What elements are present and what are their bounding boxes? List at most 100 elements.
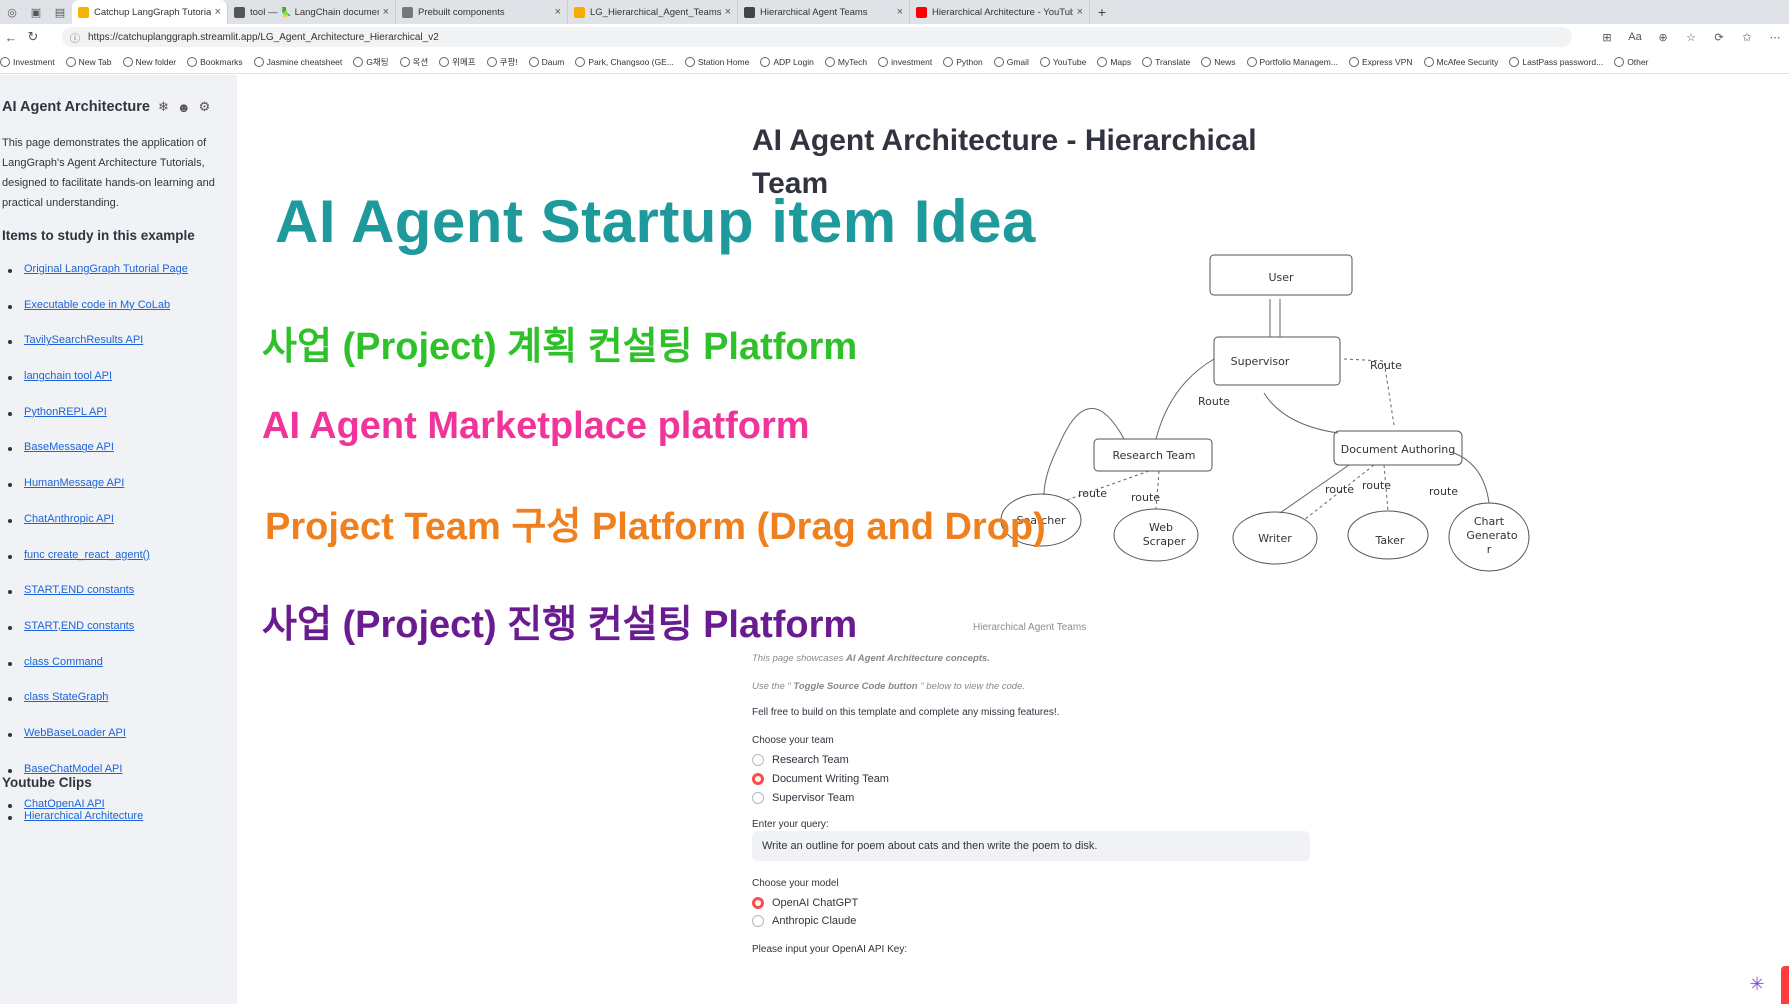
streamlit-manage-app-icon[interactable]: ✳ xyxy=(1745,974,1769,998)
zoom-icon[interactable]: ⊕ xyxy=(1649,26,1677,48)
site-info-icon[interactable]: ⓘ xyxy=(70,30,80,45)
sidebar-item-link[interactable]: WebBaseLoader API xyxy=(24,727,126,739)
tab-youtube-hierarchical[interactable]: Hierarchical Architecture - YouTub × xyxy=(910,0,1090,24)
bookmark-item[interactable]: G채팅 xyxy=(353,56,389,68)
sidebar-item: HumanMessage API xyxy=(8,477,188,513)
model-option-openai[interactable]: OpenAI ChatGPT xyxy=(752,897,858,909)
bookmark-item[interactable]: News xyxy=(1201,56,1236,67)
bullet-icon xyxy=(8,697,12,702)
radio-button[interactable] xyxy=(752,792,764,804)
bookmark-item[interactable]: New folder xyxy=(122,56,176,67)
bullet-icon xyxy=(8,376,12,381)
diagram-caption: Hierarchical Agent Teams xyxy=(973,622,1087,633)
reload-icon[interactable]: ↻ xyxy=(22,26,44,48)
tab-colab-notebook[interactable]: LG_Hierarchical_Agent_Teams_Ol × xyxy=(568,0,738,24)
bookmark-icon xyxy=(0,56,10,67)
sidebar-item-link[interactable]: Executable code in My CoLab xyxy=(24,299,170,311)
close-icon[interactable]: × xyxy=(725,6,731,18)
vertical-tabs-icon[interactable]: ▤ xyxy=(48,0,72,24)
bookmark-item[interactable]: Bookmarks xyxy=(187,56,243,67)
bookmark-item[interactable]: Station Home xyxy=(684,56,749,67)
team-option-research[interactable]: Research Team xyxy=(752,754,849,766)
bullet-icon xyxy=(8,732,12,737)
tab-hierarchical-agent-teams[interactable]: Hierarchical Agent Teams × xyxy=(738,0,910,24)
install-app-icon[interactable]: ⊞ xyxy=(1593,26,1621,48)
back-icon[interactable]: ← xyxy=(0,26,22,48)
tab-favicon-icon xyxy=(234,6,245,18)
query-input[interactable]: Write an outline for poem about cats and… xyxy=(752,831,1310,861)
more-menu-icon[interactable]: ⋯ xyxy=(1761,26,1789,48)
bookmark-item[interactable]: ADP Login xyxy=(760,56,814,67)
bookmark-icon xyxy=(122,56,133,67)
team-option-document-writing[interactable]: Document Writing Team xyxy=(752,773,889,785)
sidebar-item-link[interactable]: BaseMessage API xyxy=(24,441,114,453)
sidebar-item-link[interactable]: ChatAnthropic API xyxy=(24,513,114,525)
bookmark-item[interactable]: MyTech xyxy=(824,56,867,67)
model-option-anthropic[interactable]: Anthropic Claude xyxy=(752,915,856,927)
idea-project-planning: 사업 (Project) 계획 컨설팅 Platform xyxy=(262,326,858,368)
tab-prebuilt-components[interactable]: Prebuilt components × xyxy=(396,0,568,24)
sidebar-item-link[interactable]: PythonREPL API xyxy=(24,406,107,418)
close-icon[interactable]: × xyxy=(1077,6,1083,18)
tab-langchain-tool[interactable]: tool — 🦜 LangChain documen × xyxy=(228,0,396,24)
radio-button-selected[interactable] xyxy=(752,773,764,785)
youtube-clip-item-link[interactable]: Hierarchical Architecture xyxy=(24,810,143,822)
close-icon[interactable]: × xyxy=(383,6,389,18)
sidebar-description: This page demonstrates the application o… xyxy=(2,137,215,209)
edge-label-route-3: route xyxy=(1078,487,1107,500)
scraper-node-label-1: Web xyxy=(1149,521,1173,534)
sidebar-item-link[interactable]: class StateGraph xyxy=(24,691,108,703)
bookmark-item[interactable]: LastPass password... xyxy=(1509,56,1603,67)
bookmark-item[interactable]: Park, Changsoo (GE... xyxy=(575,56,674,67)
sidebar-item-link[interactable]: langchain tool API xyxy=(24,370,112,382)
sidebar-item-link[interactable]: HumanMessage API xyxy=(24,477,124,489)
bookmark-item[interactable]: McAfee Security xyxy=(1423,56,1498,67)
bullet-icon xyxy=(8,411,12,416)
bookmark-item[interactable]: Gmail xyxy=(993,56,1029,67)
bookmark-item[interactable]: Maps xyxy=(1097,56,1131,67)
sidebar-item-link[interactable]: TavilySearchResults API xyxy=(24,334,143,346)
bookmark-item[interactable]: Express VPN xyxy=(1348,56,1413,67)
bookmark-item[interactable]: 옥션 xyxy=(399,56,428,68)
tab-catchup-langgraph[interactable]: Catchup LangGraph Tutorial - Str × xyxy=(72,0,228,24)
bookmark-item[interactable]: 위메프 xyxy=(439,56,476,68)
sidebar-item-link[interactable]: ChatOpenAI API xyxy=(24,798,105,810)
edge-label-route-4: route xyxy=(1131,491,1160,504)
sidebar-item-link[interactable]: func create_react_agent() xyxy=(24,549,150,561)
taker-node-label: Taker xyxy=(1375,534,1405,547)
bookmark-item[interactable]: Other xyxy=(1614,56,1648,67)
team-option-supervisor[interactable]: Supervisor Team xyxy=(752,792,854,804)
bookmark-item[interactable]: Daum xyxy=(528,56,564,67)
sidebar-item-link[interactable]: START,END constants xyxy=(24,584,134,596)
collections-icon[interactable]: ✩ xyxy=(1733,26,1761,48)
radio-button-selected[interactable] xyxy=(752,897,764,909)
read-aloud-icon[interactable]: Aа xyxy=(1621,26,1649,48)
bookmark-item[interactable]: Investment xyxy=(0,56,55,67)
app-status-indicator[interactable] xyxy=(1781,966,1789,1004)
bookmark-item[interactable]: Python xyxy=(943,56,983,67)
favorite-star-icon[interactable]: ☆ xyxy=(1677,26,1705,48)
bookmark-item[interactable]: YouTube xyxy=(1039,56,1086,67)
bookmark-item[interactable]: Portfolio Managem... xyxy=(1246,56,1338,67)
bookmark-item[interactable]: 쿠팡! xyxy=(486,56,518,68)
radio-button[interactable] xyxy=(752,754,764,766)
sidebar-item-link[interactable]: BaseChatModel API xyxy=(24,763,122,775)
youtube-clips-heading: Youtube Clips xyxy=(2,775,92,790)
refresh-tabs-icon[interactable]: ⟳ xyxy=(1705,26,1733,48)
profile-icon[interactable]: ◎ xyxy=(0,0,24,24)
tab-actions-icon[interactable]: ▣ xyxy=(24,0,48,24)
sidebar-item-link[interactable]: Original LangGraph Tutorial Page xyxy=(24,263,188,275)
sidebar-item-link[interactable]: START,END constants xyxy=(24,620,134,632)
sidebar-item-link[interactable]: class Command xyxy=(24,656,103,668)
radio-button[interactable] xyxy=(752,915,764,927)
new-tab-icon[interactable]: + xyxy=(1090,4,1114,20)
bookmark-item[interactable]: Translate xyxy=(1142,56,1190,67)
bookmark-item[interactable]: New Tab xyxy=(65,56,112,67)
close-icon[interactable]: × xyxy=(897,6,903,18)
close-icon[interactable]: × xyxy=(555,6,561,18)
close-icon[interactable]: × xyxy=(215,6,221,18)
bookmark-item[interactable]: Jasmine cheatsheet xyxy=(253,56,342,67)
idea-agent-marketplace: AI Agent Marketplace platform xyxy=(262,405,810,447)
bookmark-item[interactable]: investment xyxy=(878,56,932,67)
address-bar[interactable]: ⓘ https://catchuplanggraph.streamlit.app… xyxy=(62,27,1572,47)
